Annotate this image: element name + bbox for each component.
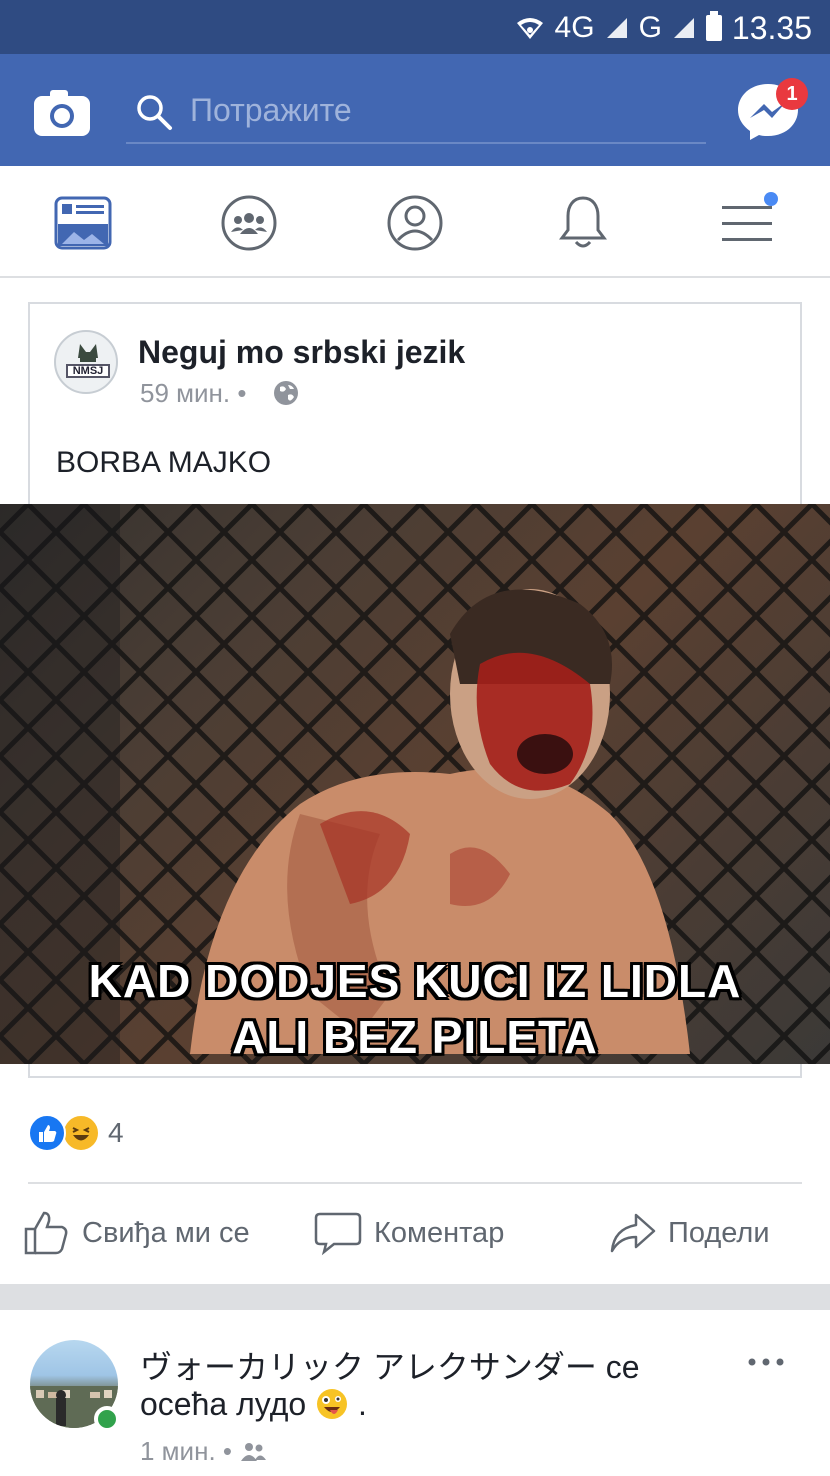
signal-bars-icon-2 [673, 18, 694, 38]
comment-button[interactable]: Коментар [314, 1200, 504, 1266]
online-status-dot [94, 1406, 120, 1432]
reactions-summary[interactable]: 4 [28, 1112, 124, 1154]
wifi-icon [516, 18, 543, 39]
page-avatar-text: NMSJ [66, 364, 110, 378]
network-type-2: G [638, 11, 662, 44]
next-post-header-line2[interactable]: осећа лудо . [140, 1386, 367, 1423]
reaction-count: 4 [108, 1117, 124, 1148]
like-reaction-icon [28, 1114, 66, 1152]
more-options-icon[interactable] [744, 1352, 788, 1372]
messenger-badge: 1 [776, 78, 808, 110]
signal-bars-icon [606, 18, 627, 38]
groups-icon [221, 195, 277, 251]
tab-news-feed[interactable] [48, 190, 118, 256]
status-indicators: 4G G 13.35 [515, 8, 812, 48]
meme-caption-line2: ALI BEZ PILETA [232, 1011, 598, 1063]
page-name[interactable]: Neguj mo srbski jezik [138, 334, 465, 371]
share-button-label: Подели [668, 1216, 770, 1249]
menu-notification-dot [764, 192, 778, 206]
like-button[interactable]: Свиђа ми се [22, 1200, 250, 1266]
globe-icon [274, 381, 298, 405]
cat-logo-icon [78, 344, 98, 362]
feed-separator [0, 1284, 830, 1310]
crazy-face-emoji-icon [317, 1389, 348, 1419]
page-avatar[interactable]: NMSJ [54, 330, 118, 394]
next-post-time[interactable]: 1 мин. • [140, 1436, 267, 1467]
nav-bar [0, 166, 830, 278]
comment-icon [314, 1212, 362, 1256]
search-placeholder[interactable]: Потражите [190, 92, 352, 129]
feeling-period: . [357, 1386, 367, 1422]
post-image[interactable]: KAD DODJES KUCI IZ LIDLA ALI BEZ PILETA [0, 504, 830, 1064]
battery-icon [705, 11, 722, 41]
next-post-header-line1[interactable]: ヴォーカリック アレクサンダー се [140, 1342, 640, 1388]
tab-profile[interactable] [380, 190, 450, 256]
search-icon [137, 95, 172, 130]
actions-divider [28, 1182, 802, 1184]
next-post-time-text: 1 мин. • [140, 1436, 232, 1466]
thumbs-up-icon [24, 1211, 68, 1255]
facebook-top-bar: Потражите [0, 54, 830, 166]
share-icon [610, 1213, 656, 1253]
network-type-1: 4G [554, 11, 595, 44]
post-text: BORBA MAJKO [56, 446, 272, 479]
menu-icon [722, 206, 772, 241]
share-button[interactable]: Подели [608, 1200, 770, 1266]
camera-icon[interactable] [34, 88, 90, 136]
bell-icon [559, 196, 607, 248]
profile-icon [387, 195, 443, 251]
news-feed-icon [54, 196, 112, 250]
tab-groups[interactable] [214, 190, 284, 256]
search-box[interactable]: Потражите [126, 82, 706, 144]
haha-reaction-icon [62, 1114, 100, 1152]
feeling-text: осећа лудо [140, 1386, 307, 1422]
tab-notifications[interactable] [548, 190, 618, 256]
clock: 13.35 [731, 9, 812, 46]
friends-audience-icon [241, 1443, 267, 1461]
status-bar: 4G G 13.35 [0, 0, 830, 54]
comment-button-label: Коментар [374, 1216, 505, 1249]
post-time[interactable]: 59 мин. • [140, 378, 246, 409]
like-button-label: Свиђа ми се [82, 1216, 250, 1249]
meme-caption-line1: KAD DODJES KUCI IZ LIDLA [88, 955, 742, 1007]
